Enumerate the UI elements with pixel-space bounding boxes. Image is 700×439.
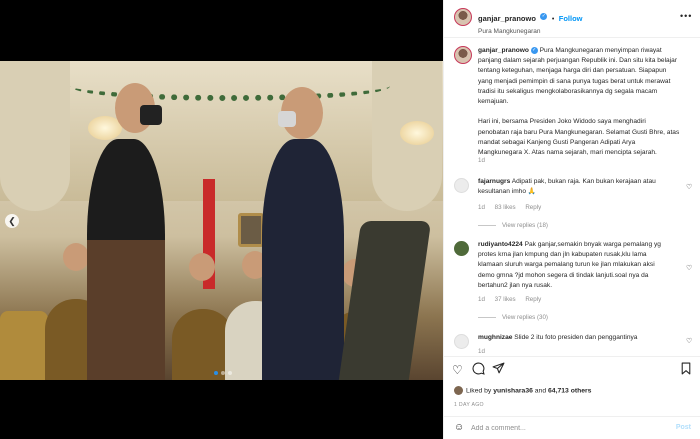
comment-meta: 1d [478,348,485,355]
comment-username[interactable]: mughnizae [478,334,512,341]
share-icon[interactable] [492,362,505,378]
post-side-panel: ganjar_pranowo ✓ • Follow Pura Mangkuneg… [443,0,700,439]
reply-button[interactable]: Reply [525,204,541,211]
likes-count-link[interactable]: 64,713 others [548,387,591,394]
comments-scroll-area[interactable]: ganjar_pranowo ✓ Pura Mangkunegaran meny… [444,38,700,356]
bookmark-icon[interactable] [680,362,692,378]
caption-text: ganjar_pranowo ✓ Pura Mangkunegaran meny… [478,46,680,157]
comment-username[interactable]: rudiyanto4224 [478,241,523,248]
comment-heart-icon[interactable]: ♡ [686,183,692,191]
instagram-post-modal: ❮ ganjar_pranowo ✓ • Follow Pura Mangkun… [0,0,700,439]
post-time-ago[interactable]: 1 DAY AGO [454,402,484,408]
follow-button[interactable]: Follow [559,14,583,23]
author-block: ganjar_pranowo ✓ • Follow Pura Mangkuneg… [478,13,583,35]
comment-username[interactable]: fajarnugrs [478,178,510,185]
post-actions: ♡ Liked by yunishara36 and 64,713 others… [444,356,700,416]
liker-username[interactable]: yunishara36 [493,387,533,394]
photo-figure-right [262,139,344,380]
author-avatar[interactable] [454,8,472,26]
verified-icon: ✓ [540,13,548,21]
comment-meta: 1d 37 likes Reply [478,296,542,303]
photo-dancer-head [189,253,215,281]
photo-portrait [238,213,264,247]
comment-avatar[interactable] [454,334,469,349]
comment-text: fajarnugrs Adipati pak, bukan raja. Kan … [478,178,656,196]
photo-face-mask [278,111,296,127]
heart-icon[interactable]: ♡ [452,363,463,377]
comment-text: mughnizae Slide 2 itu foto presiden dan … [478,334,638,341]
view-replies-button[interactable]: View replies (30) [478,314,548,321]
comment-input[interactable] [471,422,661,435]
post-photo[interactable] [0,61,443,380]
liker-avatar[interactable] [454,386,463,395]
author-username[interactable]: ganjar_pranowo [478,14,536,23]
carousel-dot [228,371,232,375]
photo-face-mask [140,105,162,125]
comment-text: rudiyanto4224 Pak ganjar,semakin bnyak w… [478,241,661,289]
caption-time: 1d [478,157,485,164]
liked-by: Liked by yunishara36 and 64,713 others [454,386,591,395]
photo-dancer-head [63,243,89,271]
carousel-dot [221,371,225,375]
carousel-dot [214,371,218,375]
add-comment-bar: ☺ Post [444,416,700,439]
view-replies-button[interactable]: View replies (18) [478,222,548,229]
comment-meta: 1d 83 likes Reply [478,204,542,211]
photo-figure-left [87,139,165,380]
photo-lamp [400,121,434,145]
photo-ornament [338,221,432,380]
verified-icon: ✓ [530,46,538,54]
caption-author-avatar[interactable] [454,46,472,64]
chevron-left-icon[interactable]: ❮ [5,214,19,228]
post-location[interactable]: Pura Mangkunegaran [478,28,583,35]
comment-icon[interactable] [472,362,485,378]
comment-avatar[interactable] [454,241,469,256]
smiley-icon[interactable]: ☺ [454,422,464,433]
post-media: ❮ [0,0,443,439]
reply-button[interactable]: Reply [525,296,541,303]
caption-username[interactable]: ganjar_pranowo [478,47,529,54]
photo-chair [0,311,48,380]
comment-heart-icon[interactable]: ♡ [686,264,692,272]
comment-avatar[interactable] [454,178,469,193]
post-header: ganjar_pranowo ✓ • Follow Pura Mangkuneg… [444,0,700,38]
comment-heart-icon[interactable]: ♡ [686,337,692,345]
photo-arch [0,61,70,211]
carousel-dots [214,371,232,375]
more-icon[interactable]: ••• [680,11,692,21]
post-comment-button[interactable]: Post [676,424,691,431]
